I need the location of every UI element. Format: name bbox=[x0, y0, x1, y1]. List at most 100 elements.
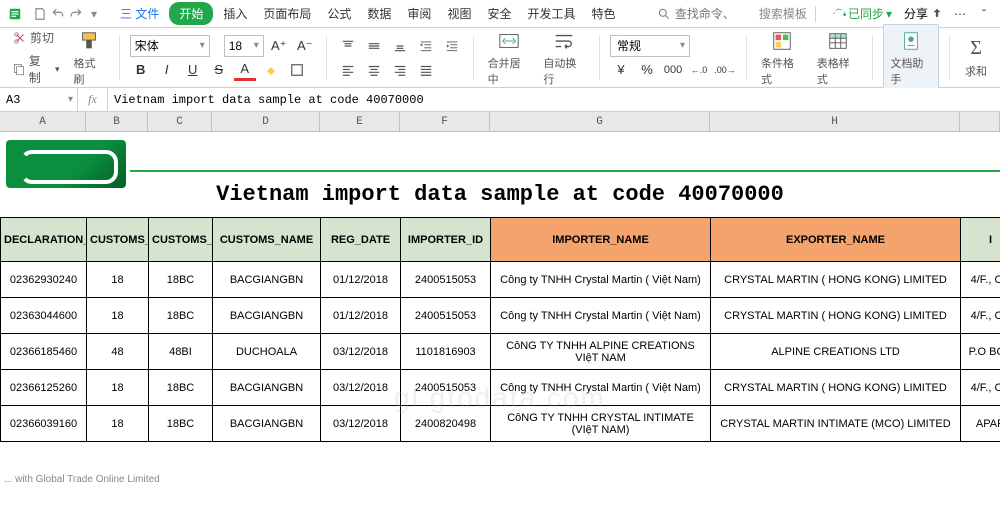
table-cell[interactable]: 18BC bbox=[149, 370, 213, 406]
menu-security[interactable]: 安全 bbox=[481, 3, 517, 24]
menu-file[interactable]: 三 文件 bbox=[114, 3, 165, 24]
collapse-ribbon-icon[interactable]: ˇ bbox=[976, 5, 992, 23]
cut-button[interactable]: 剪切 bbox=[8, 27, 58, 48]
table-row[interactable]: 023630446001818BCBACGIANGBN01/12/2018240… bbox=[1, 298, 1000, 334]
table-header[interactable]: IMPORTER_NAME bbox=[491, 218, 711, 262]
menu-insert[interactable]: 插入 bbox=[217, 3, 253, 24]
redo-icon[interactable] bbox=[68, 6, 84, 22]
command-search-input[interactable] bbox=[675, 7, 755, 21]
table-header[interactable]: REG_DATE bbox=[321, 218, 401, 262]
align-bottom-icon[interactable] bbox=[389, 35, 411, 57]
table-cell[interactable]: 18BC bbox=[149, 298, 213, 334]
menu-view[interactable]: 视图 bbox=[441, 3, 477, 24]
sum-button[interactable]: Σ 求和 bbox=[960, 35, 992, 81]
menu-devtools[interactable]: 开发工具 bbox=[521, 3, 581, 24]
table-cell[interactable]: 01/12/2018 bbox=[321, 298, 401, 334]
menu-review[interactable]: 审阅 bbox=[401, 3, 437, 24]
doc-helper-button[interactable]: 文档助手 bbox=[883, 24, 939, 92]
column-header-D[interactable]: D bbox=[212, 112, 320, 131]
table-cell[interactable]: 03/12/2018 bbox=[321, 406, 401, 442]
table-cell[interactable]: CRYSTAL MARTIN ( HONG KONG) LIMITED bbox=[711, 370, 961, 406]
wrap-text-button[interactable]: 自动换行 bbox=[539, 27, 589, 89]
table-cell[interactable]: APAR bbox=[961, 406, 1000, 442]
table-cell[interactable]: 02366185460 bbox=[1, 334, 87, 370]
table-cell[interactable]: CôNG TY TNHH CRYSTAL INTIMATE (VIệT NAM) bbox=[491, 406, 711, 442]
table-header[interactable]: DECLARATION_NUMBER bbox=[1, 218, 87, 262]
table-cell[interactable]: 03/12/2018 bbox=[321, 370, 401, 406]
table-cell[interactable]: 2400515053 bbox=[401, 262, 491, 298]
column-header-A[interactable]: A bbox=[0, 112, 86, 131]
merge-center-button[interactable]: 合并居中 bbox=[484, 27, 534, 89]
table-cell[interactable]: BACGIANGBN bbox=[213, 298, 321, 334]
format-painter-button[interactable]: 格式刷 bbox=[70, 27, 109, 89]
table-row[interactable]: 023660391601818BCBACGIANGBN03/12/2018240… bbox=[1, 406, 1000, 442]
table-cell[interactable]: 4/F., CR bbox=[961, 298, 1000, 334]
table-cell[interactable]: 48 bbox=[87, 334, 149, 370]
search-templates-link[interactable]: 搜索模板 bbox=[759, 5, 807, 22]
column-header-B[interactable]: B bbox=[86, 112, 148, 131]
table-cell[interactable]: 02363044600 bbox=[1, 298, 87, 334]
table-cell[interactable]: CRYSTAL MARTIN ( HONG KONG) LIMITED bbox=[711, 298, 961, 334]
undo-icon[interactable] bbox=[50, 6, 66, 22]
dropdown-icon[interactable]: ▾ bbox=[86, 6, 102, 22]
table-cell[interactable]: 02362930240 bbox=[1, 262, 87, 298]
table-cell[interactable]: 18BC bbox=[149, 262, 213, 298]
table-header[interactable]: CUSTOMS_NAME bbox=[213, 218, 321, 262]
table-cell[interactable]: P.O BOX bbox=[961, 334, 1000, 370]
align-top-icon[interactable] bbox=[337, 35, 359, 57]
copy-button[interactable]: 复制▾ bbox=[8, 50, 64, 88]
table-cell[interactable]: BACGIANGBN bbox=[213, 262, 321, 298]
share-button[interactable]: 分享 bbox=[904, 5, 944, 22]
table-cell[interactable]: CRYSTAL MARTIN ( HONG KONG) LIMITED bbox=[711, 262, 961, 298]
table-cell[interactable]: 4/F., CR bbox=[961, 370, 1000, 406]
table-cell[interactable]: CRYSTAL MARTIN INTIMATE (MCO) LIMITED bbox=[711, 406, 961, 442]
table-cell[interactable]: 02366039160 bbox=[1, 406, 87, 442]
table-cell[interactable]: 2400515053 bbox=[401, 298, 491, 334]
table-header[interactable]: CUSTOMS_AGENCY bbox=[149, 218, 213, 262]
table-cell[interactable]: 03/12/2018 bbox=[321, 334, 401, 370]
formula-input[interactable] bbox=[108, 88, 1000, 111]
menu-page-layout[interactable]: 页面布局 bbox=[257, 3, 317, 24]
comma-icon[interactable]: 000 bbox=[662, 59, 684, 81]
table-header[interactable]: EXPORTER_NAME bbox=[711, 218, 961, 262]
align-center-icon[interactable] bbox=[363, 59, 385, 81]
table-cell[interactable]: 48BI bbox=[149, 334, 213, 370]
save-icon[interactable] bbox=[32, 6, 48, 22]
table-cell[interactable]: Công ty TNHH Crystal Martin ( Việt Nam) bbox=[491, 262, 711, 298]
border-button[interactable] bbox=[286, 59, 308, 81]
table-cell[interactable]: ALPINE CREATIONS LTD bbox=[711, 334, 961, 370]
font-color-button[interactable]: A bbox=[234, 59, 256, 81]
indent-right-icon[interactable] bbox=[441, 35, 463, 57]
table-cell[interactable]: 4/F., CR bbox=[961, 262, 1000, 298]
table-cell[interactable]: 18 bbox=[87, 298, 149, 334]
cell-reference-box[interactable]: A3 bbox=[0, 88, 78, 111]
font-family-select[interactable]: 宋体 bbox=[130, 35, 210, 57]
align-middle-icon[interactable] bbox=[363, 35, 385, 57]
table-style-button[interactable]: 表格样式 bbox=[813, 27, 863, 89]
table-cell[interactable]: 2400515053 bbox=[401, 370, 491, 406]
conditional-format-button[interactable]: 条件格式 bbox=[757, 27, 807, 89]
table-cell[interactable]: 01/12/2018 bbox=[321, 262, 401, 298]
menu-formula[interactable]: 公式 bbox=[321, 3, 357, 24]
data-table[interactable]: DECLARATION_NUMBERCUSTOMS_CODECUSTOMS_AG… bbox=[0, 217, 1000, 442]
number-format-select[interactable]: 常规 bbox=[610, 35, 690, 57]
table-row[interactable]: 023661252601818BCBACGIANGBN03/12/2018240… bbox=[1, 370, 1000, 406]
percent-icon[interactable]: % bbox=[636, 59, 658, 81]
table-cell[interactable]: DUCHOALA bbox=[213, 334, 321, 370]
menu-data[interactable]: 数据 bbox=[361, 3, 397, 24]
bold-button[interactable]: B bbox=[130, 59, 152, 81]
table-cell[interactable]: BACGIANGBN bbox=[213, 406, 321, 442]
table-cell[interactable]: Công ty TNHH Crystal Martin ( Việt Nam) bbox=[491, 370, 711, 406]
menu-home[interactable]: 开始 bbox=[169, 2, 213, 25]
table-cell[interactable]: BACGIANGBN bbox=[213, 370, 321, 406]
column-header-H[interactable]: H bbox=[710, 112, 960, 131]
font-size-select[interactable]: 18 bbox=[224, 35, 264, 57]
table-cell[interactable]: 1101816903 bbox=[401, 334, 491, 370]
increase-decimal-icon[interactable]: .00→ bbox=[714, 59, 736, 81]
sync-status[interactable]: 已同步▾ bbox=[832, 5, 892, 22]
table-cell[interactable]: CôNG TY TNHH ALPINE CREATIONS VIệT NAM bbox=[491, 334, 711, 370]
table-header[interactable]: I bbox=[961, 218, 1000, 262]
menu-features[interactable]: 特色 bbox=[585, 3, 621, 24]
align-right-icon[interactable] bbox=[389, 59, 411, 81]
align-left-icon[interactable] bbox=[337, 59, 359, 81]
